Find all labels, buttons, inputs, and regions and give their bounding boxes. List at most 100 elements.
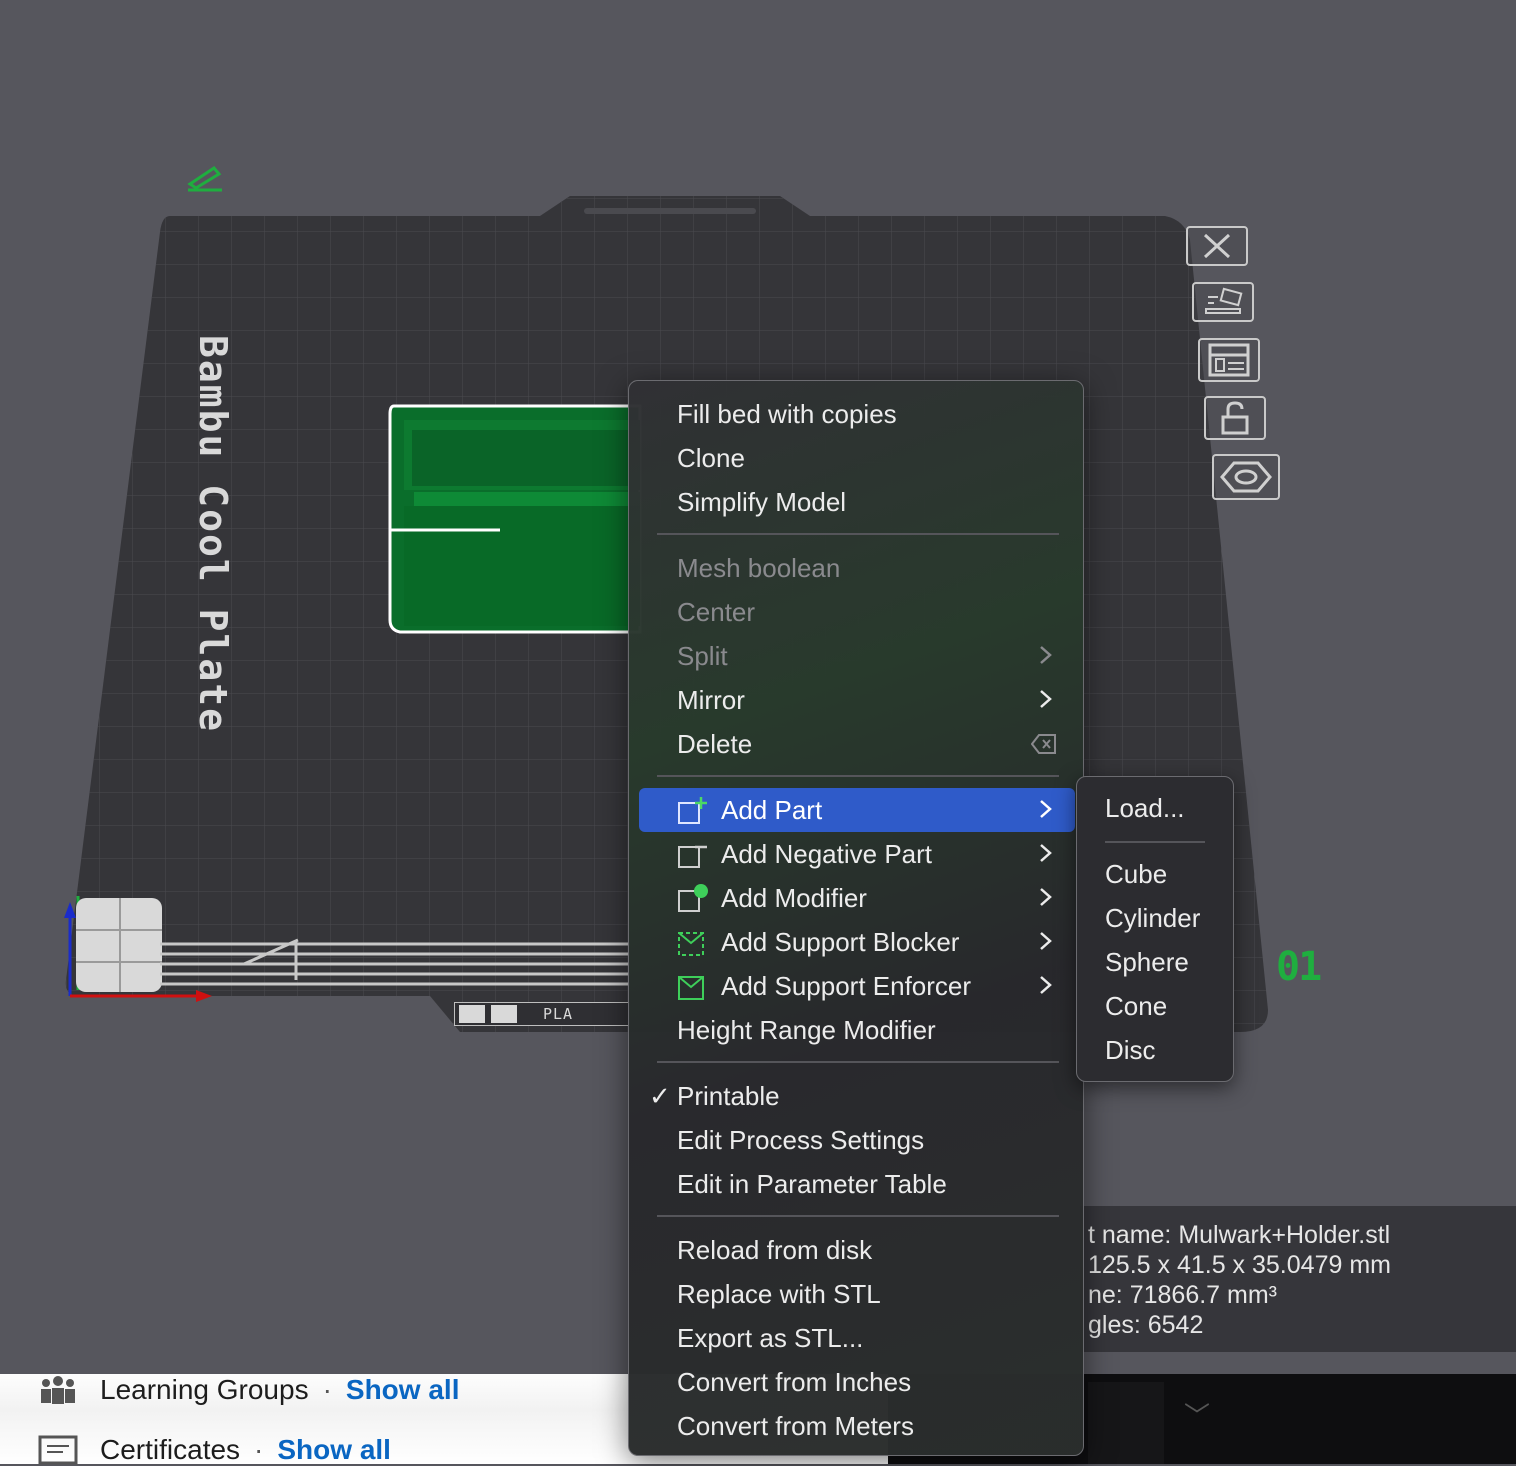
menu-item-edit-parameter-table[interactable]: Edit in Parameter Table (639, 1162, 1075, 1206)
hexagon-eye-icon[interactable] (1212, 454, 1280, 500)
menu-item-add-part[interactable]: Add Part (639, 788, 1075, 832)
certificates-label: Certificates (100, 1434, 241, 1465)
menu-item-label: Add Support Blocker (721, 926, 960, 957)
chevron-right-icon (1040, 800, 1052, 818)
info-line: t name: Mulwark+Holder.stl (1088, 1221, 1391, 1249)
submenu-item-load[interactable]: Load... (1105, 793, 1185, 824)
menu-item-replace-with-stl[interactable]: Replace with STL (639, 1272, 1075, 1316)
close-icon[interactable] (1186, 226, 1248, 266)
submenu-item-cube[interactable]: Cube (1105, 859, 1167, 890)
menu-item-label: Edit in Parameter Table (677, 1168, 947, 1199)
separator: · (322, 1374, 332, 1405)
menu-separator (657, 1215, 1059, 1217)
menu-item-label: Add Support Enforcer (721, 970, 972, 1001)
menu-item-label: Mirror (677, 684, 745, 715)
layout-icon[interactable] (1198, 338, 1260, 382)
show-all-link[interactable]: Show all (277, 1434, 391, 1466)
menu-item-label: Delete (677, 728, 753, 759)
filament-label: PLA (543, 1005, 574, 1023)
menu-item-clone[interactable]: Clone (639, 436, 1075, 480)
auto-arrange-icon[interactable] (1192, 282, 1254, 322)
backspace-icon (1031, 734, 1056, 754)
certificates-row: Certificates · Show all (38, 1434, 391, 1466)
menu-item-export-as-stl[interactable]: Export as STL... (639, 1316, 1075, 1360)
menu-item-label: Edit Process Settings (677, 1124, 925, 1155)
menu-item-label: Export as STL... (677, 1322, 864, 1353)
menu-item-label: Height Range Modifier (677, 1014, 936, 1045)
menu-item-printable[interactable]: ✓ Printable (639, 1074, 1075, 1118)
menu-item-add-modifier[interactable]: Add Modifier (639, 876, 1075, 920)
checkmark-icon: ✓ (649, 1080, 671, 1111)
menu-item-label: Convert from Inches (677, 1366, 912, 1397)
learning-groups-label: Learning Groups (100, 1374, 309, 1405)
menu-item-mirror[interactable]: Mirror (639, 678, 1075, 722)
object-info-panel: t name: Mulwark+Holder.stl 125.5 x 41.5 … (1080, 1206, 1516, 1352)
chevron-right-icon (1040, 888, 1052, 906)
chevron-right-icon (1040, 690, 1052, 708)
menu-item-add-negative-part[interactable]: Add Negative Part (639, 832, 1075, 876)
qr-icon (459, 1005, 485, 1023)
submenu-item-cone[interactable]: Cone (1105, 991, 1167, 1022)
filament-tag: PLA (454, 1002, 630, 1026)
menu-item-label: Replace with STL (677, 1278, 881, 1309)
menu-separator (1105, 841, 1205, 843)
plate-name-label: Bambu Cool Plate (191, 335, 235, 733)
model-box (388, 404, 642, 634)
menu-item-label: Convert from Meters (677, 1410, 914, 1441)
add-negative-part-icon (678, 845, 707, 868)
menu-item-delete[interactable]: Delete (639, 722, 1075, 766)
submenu-item-cylinder[interactable]: Cylinder (1105, 903, 1200, 934)
menu-item-label: Printable (677, 1080, 780, 1111)
menu-separator (657, 1061, 1059, 1063)
chevron-right-icon (1040, 976, 1052, 994)
menu-item-height-range-modifier[interactable]: Height Range Modifier (639, 1008, 1075, 1052)
context-menu: Fill bed with copies Clone Simplify Mode… (628, 380, 1084, 1456)
chevron-right-icon (1040, 646, 1052, 664)
menu-separator (657, 533, 1059, 535)
menu-item-center: Center (639, 590, 1075, 634)
menu-item-edit-process-settings[interactable]: Edit Process Settings (639, 1118, 1075, 1162)
menu-item-add-support-blocker[interactable]: Add Support Blocker (639, 920, 1075, 964)
menu-item-reload-from-disk[interactable]: Reload from disk (639, 1228, 1075, 1272)
add-modifier-icon (678, 884, 708, 912)
menu-item-label: Simplify Model (677, 486, 847, 517)
menu-item-label: Split (677, 640, 728, 671)
add-part-submenu: Load... Cube Cylinder Sphere Cone Disc (1076, 776, 1234, 1082)
chevron-down-icon[interactable]: ﹀ (1184, 1396, 1210, 1433)
bottom-block (1088, 1382, 1164, 1464)
chevron-right-icon (1040, 932, 1052, 950)
menu-item-label: Center (677, 596, 756, 627)
menu-item-label: Clone (677, 442, 745, 473)
menu-item-label: Fill bed with copies (677, 398, 897, 429)
info-line: ne: 71866.7 mm³ (1088, 1281, 1277, 1309)
submenu-item-sphere[interactable]: Sphere (1105, 947, 1189, 978)
menu-item-add-support-enforcer[interactable]: Add Support Enforcer (639, 964, 1075, 1008)
learning-groups-row: Learning Groups · Show all (38, 1374, 459, 1406)
certificate-icon (38, 1435, 78, 1465)
submenu-item-disc[interactable]: Disc (1105, 1035, 1156, 1066)
menu-item-mesh-boolean: Mesh boolean (639, 546, 1075, 590)
edit-plate-name-icon (187, 166, 222, 192)
menu-item-label: Reload from disk (677, 1234, 873, 1265)
info-line: 125.5 x 41.5 x 35.0479 mm (1088, 1251, 1391, 1279)
qr-icon-2 (491, 1005, 517, 1023)
separator: · (254, 1434, 264, 1465)
menu-item-label: Add Modifier (721, 882, 867, 913)
support-blocker-icon (678, 932, 704, 956)
people-group-icon (38, 1375, 78, 1405)
menu-item-simplify-model[interactable]: Simplify Model (639, 480, 1075, 524)
menu-item-label: Add Part (721, 794, 823, 825)
add-part-icon (678, 797, 707, 824)
plate-number: 01 (1276, 944, 1322, 990)
menu-separator (657, 775, 1059, 777)
info-line: gles: 6542 (1088, 1311, 1204, 1339)
menu-item-label: Mesh boolean (677, 552, 841, 583)
menu-item-convert-from-meters[interactable]: Convert from Meters (639, 1404, 1075, 1448)
support-enforcer-icon (678, 976, 704, 1000)
menu-item-convert-from-inches[interactable]: Convert from Inches (639, 1360, 1075, 1404)
menu-item-fill-bed[interactable]: Fill bed with copies (639, 392, 1075, 436)
chevron-right-icon (1040, 844, 1052, 862)
menu-item-label: Add Negative Part (721, 838, 933, 869)
show-all-link[interactable]: Show all (346, 1374, 460, 1406)
lock-icon[interactable] (1204, 396, 1266, 440)
